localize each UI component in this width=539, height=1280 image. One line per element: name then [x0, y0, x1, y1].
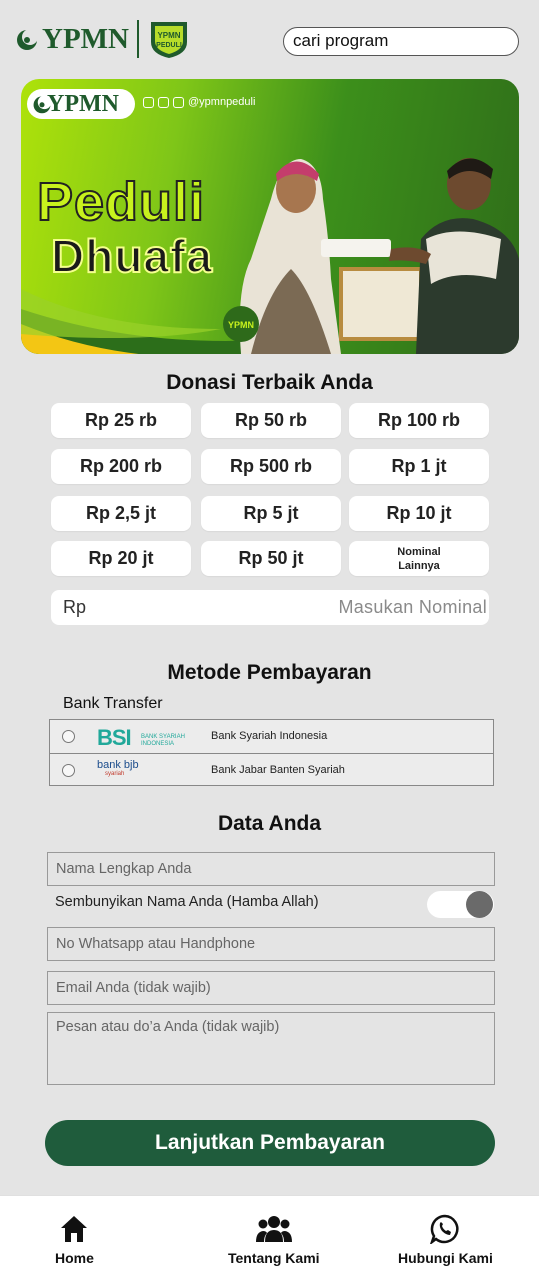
youtube-icon	[158, 96, 169, 108]
bsi-logo: BSI BANK SYARIAH INDONESIA	[97, 725, 185, 751]
banner-headline-line2: Dhuafa	[50, 229, 213, 283]
bottom-nav: Home Tentang Kami Hubungi Kami	[0, 1195, 539, 1280]
amount-option[interactable]: Rp 25 rb	[51, 403, 191, 438]
hide-name-toggle[interactable]	[427, 891, 494, 918]
bsi-logo-text: BSI	[97, 725, 132, 750]
bank-option-bjb[interactable]: bank bjb syariah Bank Jabar Banten Syari…	[50, 753, 493, 786]
message-placeholder: Pesan atau do’a Anda (tidak wajib)	[56, 1019, 280, 1035]
email-field[interactable]: Email Anda (tidak wajib)	[47, 971, 495, 1005]
crescent-icon	[17, 29, 38, 50]
bank-name: Bank Syariah Indonesia	[211, 730, 328, 742]
full-name-field[interactable]: Nama Lengkap Anda	[47, 852, 495, 886]
amount-option[interactable]: Rp 200 rb	[51, 449, 191, 484]
bank-list: BSI BANK SYARIAH INDONESIA Bank Syariah …	[49, 719, 494, 786]
nav-home-label: Home	[55, 1250, 94, 1266]
amount-option[interactable]: Rp 20 jt	[51, 541, 191, 576]
amount-option[interactable]: Rp 50 rb	[201, 403, 341, 438]
amount-option[interactable]: Rp 500 rb	[201, 449, 341, 484]
nav-contact[interactable]: Hubungi Kami	[398, 1214, 493, 1266]
bjb-logo: bank bjb syariah	[97, 759, 139, 777]
phone-placeholder: No Whatsapp atau Handphone	[56, 936, 256, 952]
bank-transfer-label: Bank Transfer	[63, 695, 163, 712]
radio-button[interactable]	[62, 764, 75, 777]
nominal-input[interactable]: Rp Masukan Nominal	[51, 590, 489, 625]
continue-payment-button[interactable]: Lanjutkan Pembayaran	[45, 1120, 495, 1166]
whatsapp-icon	[430, 1214, 459, 1244]
badge-text-bottom: PEDULI	[156, 42, 182, 49]
banner-headline-line1: Peduli	[36, 171, 206, 233]
banner-photo: YPMN	[223, 158, 519, 354]
instagram-icon	[143, 96, 154, 108]
ypmn-peduli-badge-icon: YPMN PEDULI	[150, 22, 187, 58]
social-handle: @ypmnpeduli	[188, 96, 256, 108]
amount-option[interactable]: Rp 10 jt	[349, 496, 489, 531]
nav-about[interactable]: Tentang Kami	[228, 1214, 320, 1266]
home-icon	[61, 1216, 88, 1242]
nominal-placeholder: Masukan Nominal	[338, 597, 487, 617]
facebook-icon	[173, 96, 184, 108]
payment-title: Metode Pembayaran	[167, 661, 372, 684]
amount-option[interactable]: Rp 2,5 jt	[51, 496, 191, 531]
search-input[interactable]: cari program	[283, 27, 519, 56]
email-placeholder: Email Anda (tidak wajib)	[56, 980, 211, 996]
bank-name: Bank Jabar Banten Syariah	[211, 764, 345, 776]
logo-text: YPMN	[42, 22, 129, 55]
other-amount-line2: Lainnya	[398, 559, 440, 572]
amount-option[interactable]: Rp 5 jt	[201, 496, 341, 531]
bsi-logo-subtext: BANK SYARIAH INDONESIA	[141, 734, 185, 747]
other-amount-button[interactable]: Nominal Lainnya	[349, 541, 489, 576]
bjb-logo-subtext: syariah	[105, 771, 125, 777]
donation-title: Donasi Terbaik Anda	[166, 371, 373, 394]
currency-prefix: Rp	[63, 597, 87, 617]
badge-text-top: YPMN	[157, 31, 180, 40]
banner-social: @ypmnpeduli	[143, 96, 255, 108]
phone-field[interactable]: No Whatsapp atau Handphone	[47, 927, 495, 961]
other-amount-line1: Nominal	[397, 545, 441, 558]
bank-option-bsi[interactable]: BSI BANK SYARIAH INDONESIA Bank Syariah …	[50, 720, 493, 753]
message-field[interactable]: Pesan atau do’a Anda (tidak wajib)	[47, 1012, 495, 1085]
amount-option[interactable]: Rp 100 rb	[349, 403, 489, 438]
bjb-logo-text: bank bjb	[97, 759, 139, 771]
photo-badge-text: YPMN	[228, 320, 254, 330]
hide-name-label: Sembunyikan Nama Anda (Hamba Allah)	[55, 894, 319, 910]
people-icon	[255, 1216, 292, 1242]
amount-option[interactable]: Rp 50 jt	[201, 541, 341, 576]
nav-about-label: Tentang Kami	[228, 1250, 320, 1266]
campaign-banner[interactable]: YPMN @ypmnpeduli Peduli Dhuafa YPMN	[21, 79, 519, 354]
ypmn-logo[interactable]: YPMN YPMN PEDULI	[14, 18, 191, 60]
radio-button[interactable]	[62, 730, 75, 743]
nav-home[interactable]: Home	[55, 1214, 94, 1266]
search-placeholder: cari program	[293, 31, 389, 50]
amount-option[interactable]: Rp 1 jt	[349, 449, 489, 484]
full-name-placeholder: Nama Lengkap Anda	[56, 861, 192, 877]
form-title: Data Anda	[217, 812, 322, 835]
app-header: YPMN YPMN PEDULI cari program	[0, 0, 539, 80]
toggle-knob	[466, 891, 493, 918]
nav-contact-label: Hubungi Kami	[398, 1250, 493, 1266]
banner-logo-text: YPMN	[47, 91, 119, 117]
logo-divider	[136, 20, 139, 58]
